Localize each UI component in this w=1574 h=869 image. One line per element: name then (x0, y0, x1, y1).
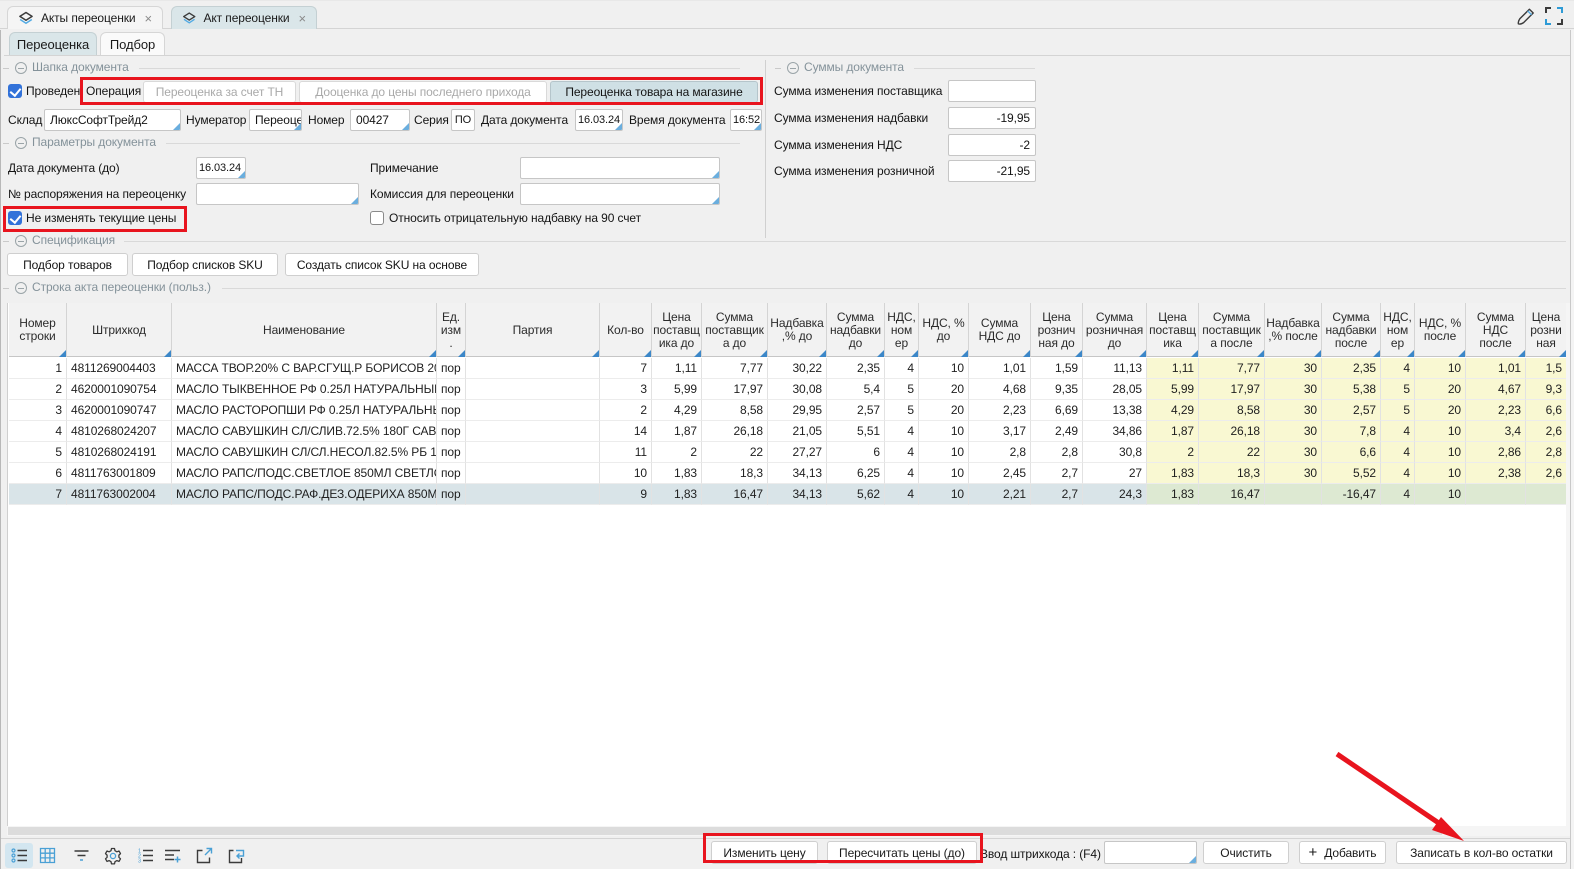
svg-text:3: 3 (138, 859, 141, 865)
